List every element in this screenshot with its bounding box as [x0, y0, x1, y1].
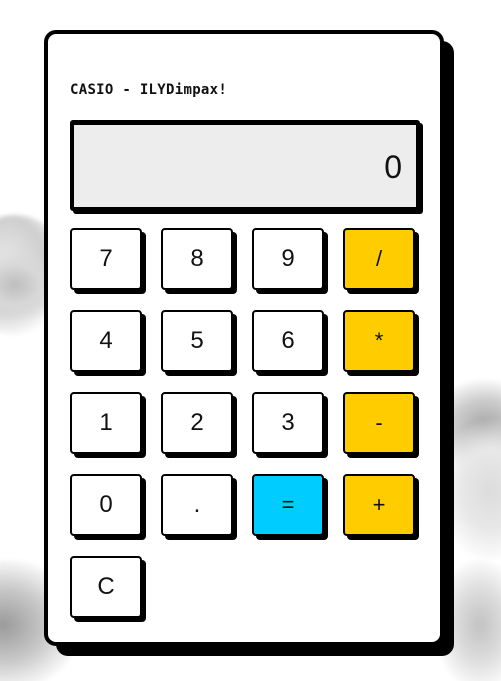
key-add[interactable]: + — [343, 474, 415, 536]
brand-label: CASIO - ILYDimpax! — [70, 82, 228, 98]
key-0[interactable]: 0 — [70, 474, 142, 536]
key-2[interactable]: 2 — [161, 392, 233, 454]
display-container: 0 — [70, 120, 420, 211]
key-6[interactable]: 6 — [252, 310, 324, 372]
display-value: 0 — [384, 149, 402, 185]
key-8[interactable]: 8 — [161, 228, 233, 290]
key-4[interactable]: 4 — [70, 310, 142, 372]
key-decimal[interactable]: . — [161, 474, 233, 536]
key-5[interactable]: 5 — [161, 310, 233, 372]
display: 0 — [70, 120, 420, 211]
key-subtract[interactable]: - — [343, 392, 415, 454]
key-multiply[interactable]: * — [343, 310, 415, 372]
key-equals[interactable]: = — [252, 474, 324, 536]
key-9[interactable]: 9 — [252, 228, 324, 290]
calculator: CASIO - ILYDimpax! 0 7 8 9 / 4 5 6 * 1 2… — [44, 30, 444, 646]
key-clear[interactable]: C — [70, 556, 142, 618]
key-divide[interactable]: / — [343, 228, 415, 290]
key-3[interactable]: 3 — [252, 392, 324, 454]
page-background: CASIO - ILYDimpax! 0 7 8 9 / 4 5 6 * 1 2… — [0, 0, 501, 681]
key-7[interactable]: 7 — [70, 228, 142, 290]
key-1[interactable]: 1 — [70, 392, 142, 454]
